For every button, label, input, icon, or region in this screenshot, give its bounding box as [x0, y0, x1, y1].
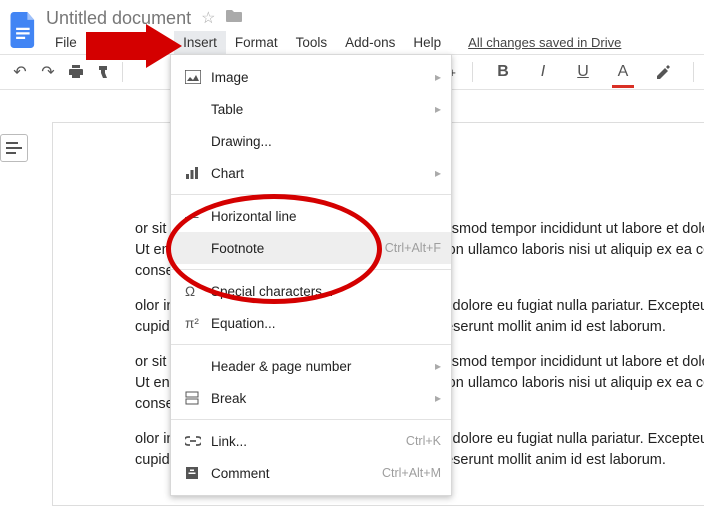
- menu-insert-image[interactable]: Image▸: [171, 61, 451, 93]
- menu-insert-drawing[interactable]: Drawing...: [171, 125, 451, 157]
- menu-insert-special-chars[interactable]: ΩSpecial characters...: [171, 275, 451, 307]
- omega-icon: Ω: [185, 284, 211, 299]
- menu-insert-horizontal-line[interactable]: —Horizontal line: [171, 200, 451, 232]
- menu-insert-header-pagenum[interactable]: Header & page number▸: [171, 350, 451, 382]
- menu-insert-break[interactable]: Break▸: [171, 382, 451, 414]
- folder-icon[interactable]: [225, 9, 243, 28]
- menu-addons[interactable]: Add-ons: [336, 31, 404, 54]
- highlight-button[interactable]: [649, 58, 677, 86]
- undo-button[interactable]: ↶: [6, 58, 34, 86]
- hline-icon: —: [185, 209, 211, 224]
- print-button[interactable]: [62, 58, 90, 86]
- text-color-button[interactable]: A: [609, 58, 637, 86]
- menu-insert-comment[interactable]: CommentCtrl+Alt+M: [171, 457, 451, 489]
- menu-insert-table[interactable]: Table▸: [171, 93, 451, 125]
- break-icon: [185, 391, 211, 405]
- insert-menu-dropdown: Image▸ Table▸ Drawing... Chart▸ —Horizon…: [170, 54, 452, 496]
- image-icon: [185, 70, 211, 84]
- submenu-arrow-icon: ▸: [435, 166, 441, 180]
- underline-button[interactable]: U: [569, 58, 597, 86]
- outline-button[interactable]: [0, 134, 28, 162]
- menu-tools[interactable]: Tools: [287, 31, 337, 54]
- submenu-arrow-icon: ▸: [435, 359, 441, 373]
- paint-format-button[interactable]: [90, 58, 118, 86]
- pi-icon: π²: [185, 316, 211, 331]
- bold-button[interactable]: B: [489, 58, 517, 86]
- shortcut-label: Ctrl+Alt+M: [382, 466, 441, 480]
- doc-title[interactable]: Untitled document: [46, 8, 191, 29]
- shortcut-label: Ctrl+K: [406, 434, 441, 448]
- italic-button[interactable]: I: [529, 58, 557, 86]
- save-status[interactable]: All changes saved in Drive: [468, 35, 621, 50]
- shortcut-label: Ctrl+Alt+F: [385, 241, 441, 255]
- submenu-arrow-icon: ▸: [435, 102, 441, 116]
- menu-insert-chart[interactable]: Chart▸: [171, 157, 451, 189]
- menu-insert-link[interactable]: Link...Ctrl+K: [171, 425, 451, 457]
- menu-help[interactable]: Help: [404, 31, 450, 54]
- submenu-arrow-icon: ▸: [435, 391, 441, 405]
- star-icon[interactable]: ☆: [201, 8, 215, 28]
- menubar: File Edit View Insert Format Tools Add-o…: [46, 30, 621, 54]
- submenu-arrow-icon: ▸: [435, 70, 441, 84]
- menu-format[interactable]: Format: [226, 31, 287, 54]
- link-icon: [185, 436, 211, 446]
- menu-insert[interactable]: Insert: [174, 31, 226, 54]
- menu-file[interactable]: File: [46, 31, 86, 54]
- menu-insert-equation[interactable]: π²Equation...: [171, 307, 451, 339]
- comment-icon: [185, 466, 211, 480]
- redo-button[interactable]: ↷: [34, 58, 62, 86]
- docs-logo[interactable]: [6, 6, 42, 54]
- menu-insert-footnote[interactable]: FootnoteCtrl+Alt+F: [171, 232, 451, 264]
- chart-icon: [185, 166, 211, 180]
